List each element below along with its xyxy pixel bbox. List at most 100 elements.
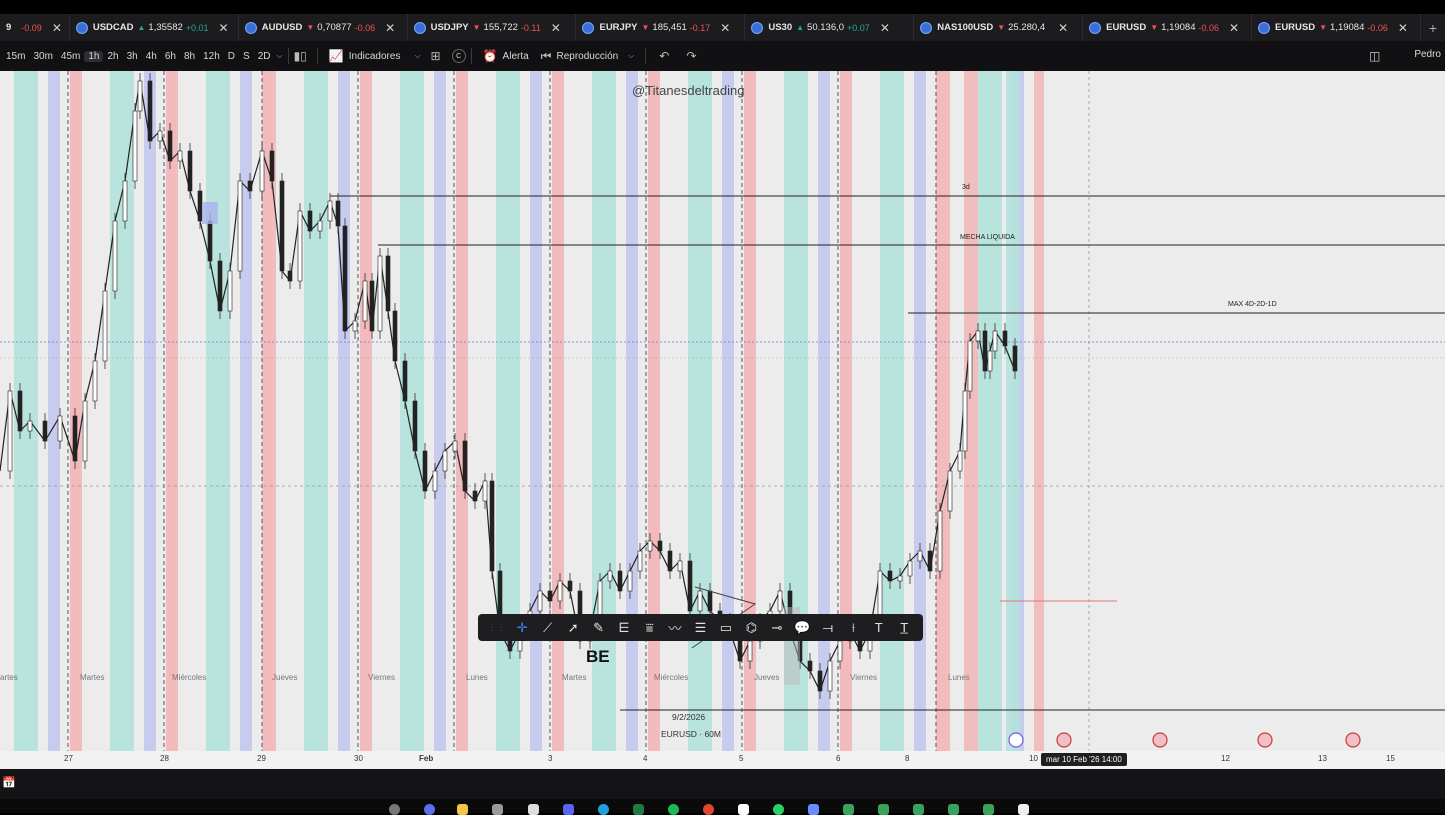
horizontal-line-icon[interactable]: ⟞ (819, 620, 837, 636)
timeframe-1h[interactable]: 1h (84, 50, 104, 62)
fib-retracement-icon[interactable]: ☰ (691, 620, 709, 636)
user-name[interactable]: Pedro (1414, 49, 1441, 60)
close-tab-icon[interactable]: ✕ (880, 21, 890, 35)
candles-icon[interactable]: ▮▯ (294, 49, 307, 63)
alert-button[interactable]: ⏰ Alerta (477, 49, 535, 63)
candle-body (927, 550, 933, 572)
timeframe-30m[interactable]: 30m (29, 51, 56, 62)
timeframe-2D[interactable]: 2D (254, 51, 275, 62)
callout-icon[interactable]: 💬 (793, 620, 811, 636)
close-tab-icon[interactable]: ✕ (1229, 21, 1239, 35)
indicators-button[interactable]: 📈 Indicadores ⌵ (323, 49, 427, 63)
undo-icon[interactable]: ↶ (659, 49, 669, 63)
app-icon-5[interactable] (983, 804, 994, 815)
close-tab-icon[interactable]: ✕ (1058, 21, 1068, 35)
timeframe-3h[interactable]: 3h (123, 51, 142, 62)
timeframe-6h[interactable]: 6h (161, 51, 180, 62)
arrow-pointer-icon[interactable]: ➚ (564, 620, 582, 636)
symbol-tab[interactable]: EURUSD ▼ 1,19084 -0.06 ✕ (1252, 14, 1421, 41)
spotify-icon[interactable] (668, 804, 679, 815)
cortana-icon[interactable] (424, 804, 435, 815)
app-icon-2[interactable] (878, 804, 889, 815)
chrome-icon[interactable] (703, 804, 714, 815)
excel-icon[interactable] (633, 804, 644, 815)
replay-label: Reproducción (556, 50, 619, 62)
price-chart[interactable] (0, 71, 1445, 751)
trend-line-icon[interactable]: ⟋ (539, 620, 557, 636)
rectangle-icon[interactable]: ▭ (717, 620, 735, 636)
chart-area[interactable]: @Titanesdeltrading 3d MECHA LIQUIDA MAX … (0, 71, 1445, 751)
candle-body (687, 560, 693, 612)
tab-symbol: 9 (6, 22, 12, 33)
timeframe-8h[interactable]: 8h (180, 51, 199, 62)
app-icon-1[interactable] (843, 804, 854, 815)
add-tab-icon[interactable]: + (1421, 20, 1445, 36)
calendar-icon[interactable]: 📅 (2, 776, 16, 789)
session-band-red (456, 71, 468, 751)
candle-body (297, 210, 303, 282)
symbol-tab[interactable]: USDJPY ▼ 155,722 -0.11 ✕ (408, 14, 577, 41)
timeframe-2h[interactable]: 2h (103, 51, 122, 62)
brush-icon[interactable]: ✎ (590, 620, 608, 636)
text-icon[interactable]: T (870, 620, 888, 635)
horizontal-ray-icon[interactable]: ⊸ (768, 620, 786, 636)
pattern-icon[interactable]: ⌬ (742, 620, 760, 636)
drag-handle-icon[interactable]: ⋮⋮ (488, 622, 506, 633)
close-tab-icon[interactable]: ✕ (385, 21, 395, 35)
symbol-tab[interactable]: EURJPY ▼ 185,451 -0.17 ✕ (576, 14, 746, 41)
split-layout-icon[interactable]: ◫ (1369, 49, 1380, 63)
parallel-channel-icon[interactable]: ⋿ (615, 620, 633, 636)
text-note-icon[interactable]: T̲ (895, 620, 913, 635)
app-icon-4[interactable] (948, 804, 959, 815)
time-axis[interactable]: mar 10 Feb '26 14:00 27 28 29 30 Feb 3 4 5 6 8 10 1… (0, 751, 1445, 769)
path-icon[interactable]: 〰 (666, 618, 684, 637)
symbol-tab[interactable]: AUDUSD ▼ 0,70877 -0.06 ✕ (239, 14, 408, 41)
crosshair-icon[interactable]: ✛ (513, 620, 531, 636)
session-band-blue (48, 71, 60, 751)
discord-icon[interactable] (563, 804, 574, 815)
close-tab-icon[interactable]: ✕ (1398, 21, 1408, 35)
calculator-icon[interactable] (492, 804, 503, 815)
candle-body (177, 150, 183, 162)
symbol-tab[interactable]: NAS100USD ▼ 25.280,4 ✕ (914, 14, 1084, 41)
timeframe-45m[interactable]: 45m (57, 51, 84, 62)
symbol-tabs-bar: 9 -0.09 ✕ USDCAD ▲ 1,35582 +0.01 ✕ AUDUSD ▼ 0,7087… (0, 14, 1445, 41)
symbol-tab[interactable]: EURUSD ▼ 1,19084 -0.06 ✕ (1083, 14, 1252, 41)
replay-button[interactable]: ⏮ Reproducción ⌵ (535, 49, 641, 64)
edge-icon[interactable] (598, 804, 609, 815)
timeframe-dropdown-icon[interactable]: ⌵ (277, 51, 283, 61)
timeframe-15m[interactable]: 15m (2, 51, 29, 62)
app-icon-3[interactable] (913, 804, 924, 815)
timeframe-4h[interactable]: 4h (142, 51, 161, 62)
tab-price: 1,35582 (148, 22, 183, 33)
candle-body (207, 220, 213, 262)
tradingview-icon[interactable] (738, 804, 749, 815)
file-icon[interactable] (1018, 804, 1029, 815)
redo-icon[interactable]: ↷ (686, 49, 696, 63)
photos-icon[interactable] (808, 804, 819, 815)
candle-body (422, 450, 428, 492)
close-tab-icon[interactable]: ✕ (219, 21, 229, 35)
close-tab-icon[interactable]: ✕ (551, 21, 561, 35)
whatsapp-icon[interactable] (773, 804, 784, 815)
close-tab-icon[interactable]: ✕ (720, 21, 730, 35)
separator (316, 48, 318, 64)
candle-body (102, 290, 108, 362)
candle-body (482, 480, 488, 502)
close-tab-icon[interactable]: ✕ (52, 21, 62, 35)
layout-grid-icon[interactable]: ⊞ (431, 49, 441, 63)
symbol-tab[interactable]: 9 -0.09 ✕ (0, 14, 70, 41)
compare-button[interactable]: C (451, 49, 466, 63)
vertical-line-icon[interactable]: ⟊ (844, 620, 862, 636)
regression-icon[interactable]: ⩸ (641, 620, 659, 636)
timeframe-12h[interactable]: 12h (199, 51, 224, 62)
candle-body (1012, 345, 1018, 372)
timeframe-D[interactable]: D (224, 51, 239, 62)
symbol-tab[interactable]: USDCAD ▲ 1,35582 +0.01 ✕ (70, 14, 239, 41)
notes-icon[interactable] (528, 804, 539, 815)
timeframe-S[interactable]: S (239, 51, 254, 62)
symbol-tab[interactable]: US30 ▲ 50.136,0 +0.07 ✕ (745, 14, 915, 41)
symbol-flag-icon (1257, 21, 1270, 34)
search-icon[interactable] (389, 804, 400, 815)
folder-icon[interactable] (457, 804, 468, 815)
